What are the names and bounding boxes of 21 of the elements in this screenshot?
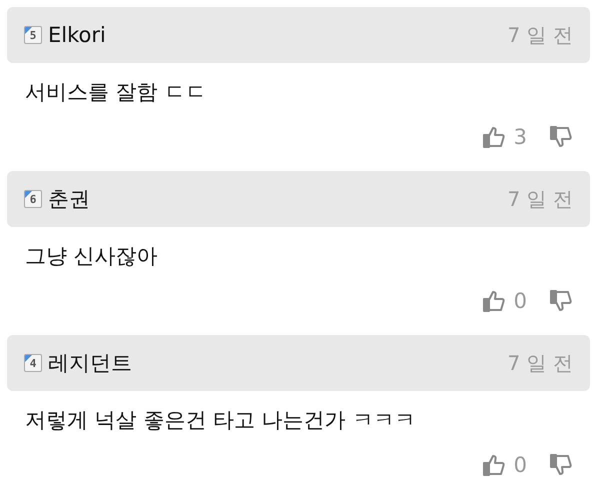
level-badge: 4 xyxy=(24,354,42,372)
like-count: 0 xyxy=(514,289,527,313)
thumbs-up-icon[interactable] xyxy=(482,289,506,313)
thumbs-down-icon[interactable] xyxy=(549,125,573,149)
author-name: Elkori xyxy=(48,23,107,47)
level-badge: 6 xyxy=(24,190,42,208)
like-count: 3 xyxy=(514,125,527,149)
thumbs-down-icon[interactable] xyxy=(549,453,573,477)
timestamp: 7 일 전 xyxy=(508,350,573,376)
thumbs-down-icon[interactable] xyxy=(549,289,573,313)
comment-text: 저렇게 넉살 좋은건 타고 나는건가 ㅋㅋㅋ xyxy=(24,407,416,434)
like-count: 0 xyxy=(514,453,527,477)
timestamp: 7 일 전 xyxy=(508,22,573,48)
author-name: 레지던트 xyxy=(48,350,133,377)
comment-text: 서비스를 잘함 ㄷㄷ xyxy=(24,79,208,106)
timestamp: 7 일 전 xyxy=(508,186,573,212)
comment-text: 그냥 신사잖아 xyxy=(24,243,159,270)
author-name: 춘권 xyxy=(48,186,91,213)
thumbs-up-icon[interactable] xyxy=(482,453,506,477)
level-badge: 5 xyxy=(24,26,42,44)
thumbs-up-icon[interactable] xyxy=(482,125,506,149)
